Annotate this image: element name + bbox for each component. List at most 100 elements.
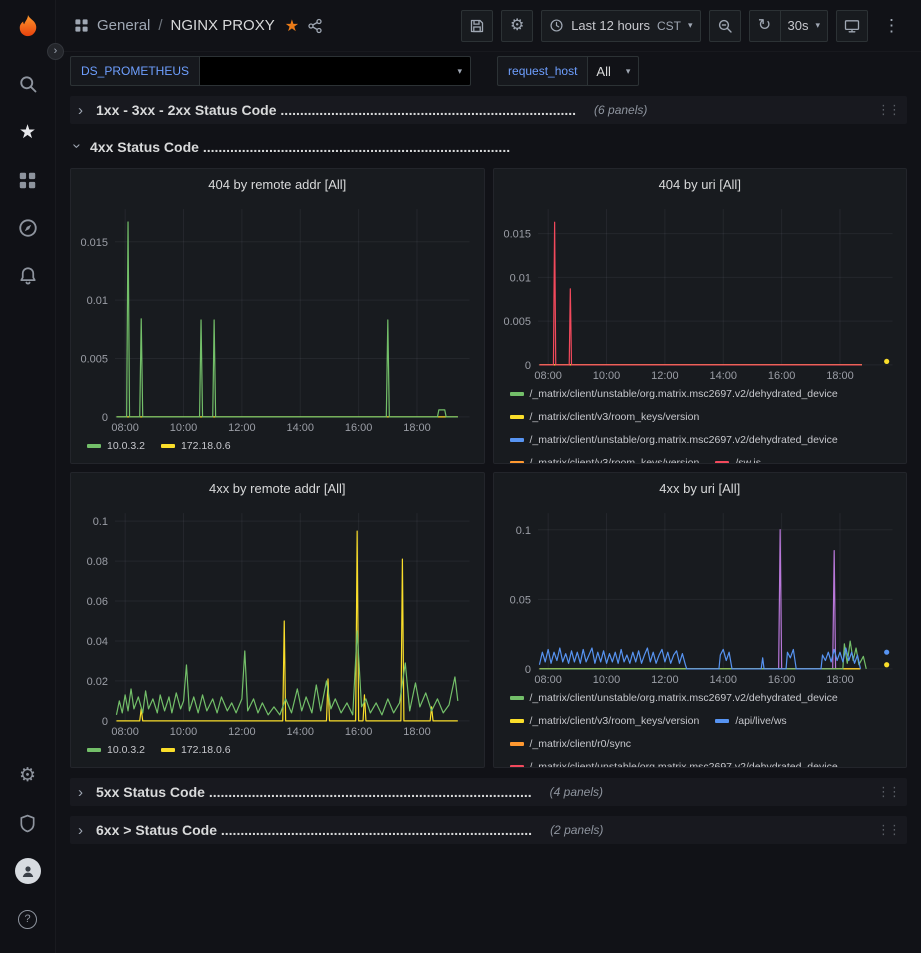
drag-handle-icon[interactable]: ⋮⋮ (877, 822, 901, 838)
svg-text:0.015: 0.015 (503, 229, 530, 241)
panel-404-by-remote-addr: 404 by remote addr [All] 08:0010:0012:00… (70, 168, 485, 464)
panel-title[interactable]: 404 by remote addr [All] (71, 169, 484, 199)
chevron-down-icon: ▾ (688, 20, 693, 31)
legend-item[interactable]: /_matrix/client/unstable/org.matrix.msc2… (510, 385, 838, 403)
svg-text:12:00: 12:00 (228, 726, 255, 738)
legend-item[interactable]: 10.0.3.2 (87, 437, 145, 455)
svg-text:0.08: 0.08 (87, 556, 108, 568)
svg-text:0.02: 0.02 (87, 676, 108, 688)
panel-legend: 10.0.3.2 172.18.0.6 (71, 739, 484, 767)
svg-text:0.005: 0.005 (503, 316, 530, 328)
sidebar-item-server-admin[interactable] (4, 799, 52, 847)
row-panel-count: (4 panels) (550, 785, 603, 799)
panel-chart[interactable]: 08:0010:0012:0014:0016:0018:0000.0050.01… (71, 199, 484, 435)
sidebar-item-configuration[interactable]: ⚙ (4, 751, 52, 799)
row-1xx-3xx-2xx[interactable]: › 1xx - 3xx - 2xx Status Code ..........… (70, 96, 907, 124)
legend-item[interactable]: 172.18.0.6 (161, 741, 231, 759)
refresh-interval-dropdown[interactable]: 30s ▾ (780, 10, 829, 42)
legend-item[interactable]: 172.18.0.6 (161, 437, 231, 455)
drag-handle-icon[interactable]: ⋮⋮ (877, 102, 901, 118)
row-title: 1xx - 3xx - 2xx Status Code ............… (96, 102, 576, 118)
legend-item[interactable]: 10.0.3.2 (87, 741, 145, 759)
legend-series-marker (510, 415, 524, 419)
refresh-interval-label: 30s (788, 18, 809, 33)
svg-text:16:00: 16:00 (767, 674, 794, 686)
variables-bar: DS_PROMETHEUS ▾ request_host All ▾ (56, 52, 921, 90)
legend-item[interactable]: /_matrix/client/unstable/org.matrix.msc2… (510, 431, 838, 449)
row-6xx[interactable]: › 6xx > Status Code ....................… (70, 816, 907, 844)
grafana-app: ★ ⚙ (0, 0, 921, 953)
sidebar: ★ ⚙ (0, 0, 56, 953)
breadcrumb-section[interactable]: General (97, 17, 150, 34)
more-options-button[interactable]: ⋮ (876, 10, 907, 42)
grafana-logo[interactable] (8, 8, 48, 48)
svg-text:10:00: 10:00 (592, 674, 619, 686)
sidebar-item-starred[interactable]: ★ (4, 108, 52, 156)
user-avatar (15, 858, 41, 884)
save-dashboard-button[interactable] (461, 10, 493, 42)
favorite-star-icon[interactable]: ★ (285, 16, 299, 36)
panel-title[interactable]: 404 by uri [All] (494, 169, 907, 199)
drag-handle-icon[interactable]: ⋮⋮ (877, 784, 901, 800)
legend-item[interactable]: /_matrix/client/v3/room_keys/version (510, 712, 700, 730)
time-range-picker[interactable]: Last 12 hours CST ▾ (541, 10, 700, 42)
panel-chart[interactable]: 08:0010:0012:0014:0016:0018:0000.0050.01… (494, 199, 907, 383)
legend-item[interactable]: /sw.js (715, 454, 761, 463)
zoom-out-button[interactable] (709, 10, 741, 42)
panel-4xx-by-uri: 4xx by uri [All] 08:0010:0012:0014:0016:… (493, 472, 908, 768)
dashboard-title[interactable]: NGINX PROXY (171, 17, 275, 34)
panel-chart[interactable]: 08:0010:0012:0014:0016:0018:0000.020.040… (71, 503, 484, 739)
svg-text:16:00: 16:00 (345, 422, 372, 434)
monitor-icon (844, 18, 860, 34)
grafana-flame-icon (13, 13, 43, 43)
legend-item[interactable]: /_matrix/client/r0/sync (510, 735, 632, 753)
sidebar-expand-button[interactable]: › (47, 43, 64, 60)
legend-item[interactable]: /api/live/ws (715, 712, 786, 730)
gear-icon: ⚙ (510, 18, 524, 34)
cycle-view-mode-button[interactable] (836, 10, 868, 42)
legend-series-marker (161, 748, 175, 752)
svg-text:0.1: 0.1 (93, 516, 108, 528)
svg-text:0: 0 (102, 412, 108, 424)
panel-title[interactable]: 4xx by remote addr [All] (71, 473, 484, 503)
svg-text:0: 0 (524, 360, 530, 372)
datasource-variable-select[interactable]: ▾ (199, 56, 471, 86)
request-host-value: All (596, 64, 610, 79)
svg-text:14:00: 14:00 (287, 422, 314, 434)
svg-text:0.015: 0.015 (81, 237, 108, 249)
search-icon (18, 74, 38, 94)
timezone-label: CST (657, 19, 681, 33)
legend-item[interactable]: /_matrix/client/v3/room_keys/version (510, 454, 700, 463)
sidebar-item-dashboards[interactable] (4, 156, 52, 204)
legend-item[interactable]: /_matrix/client/v3/room_keys/version (510, 408, 700, 426)
svg-text:0: 0 (102, 716, 108, 728)
sidebar-item-help[interactable]: ? (4, 895, 52, 943)
legend-item[interactable]: /_matrix/client/unstable/org.matrix.msc2… (510, 758, 838, 767)
svg-text:08:00: 08:00 (111, 422, 138, 434)
sidebar-item-explore[interactable] (4, 204, 52, 252)
panel-title[interactable]: 4xx by uri [All] (494, 473, 907, 503)
legend-series-marker (510, 742, 524, 746)
row-4xx[interactable]: › 4xx Status Code ......................… (72, 134, 907, 160)
top-navbar: General / NGINX PROXY ★ (56, 0, 921, 52)
svg-text:0: 0 (524, 664, 530, 676)
kebab-menu-icon: ⋮ (883, 17, 900, 34)
clock-icon (549, 18, 564, 33)
request-host-variable-select[interactable]: All ▾ (587, 56, 639, 86)
sidebar-item-search[interactable] (4, 60, 52, 108)
legend-series-marker (87, 444, 101, 448)
refresh-button[interactable]: ↻ (749, 10, 781, 42)
svg-text:18:00: 18:00 (826, 370, 853, 382)
shield-icon (18, 814, 37, 833)
chevron-down-icon: ▾ (626, 66, 631, 77)
sidebar-item-alerting[interactable] (4, 252, 52, 300)
chevron-down-icon: ▾ (815, 20, 820, 31)
sidebar-item-profile[interactable] (4, 847, 52, 895)
share-icon[interactable] (307, 18, 323, 34)
legend-item[interactable]: /_matrix/client/unstable/org.matrix.msc2… (510, 689, 838, 707)
breadcrumb: General / NGINX PROXY ★ (74, 16, 323, 36)
dashboard-settings-button[interactable]: ⚙ (501, 10, 533, 42)
panel-404-by-uri: 404 by uri [All] 08:0010:0012:0014:0016:… (493, 168, 908, 464)
panel-chart[interactable]: 08:0010:0012:0014:0016:0018:0000.050.1 (494, 503, 907, 687)
row-5xx[interactable]: › 5xx Status Code ......................… (70, 778, 907, 806)
